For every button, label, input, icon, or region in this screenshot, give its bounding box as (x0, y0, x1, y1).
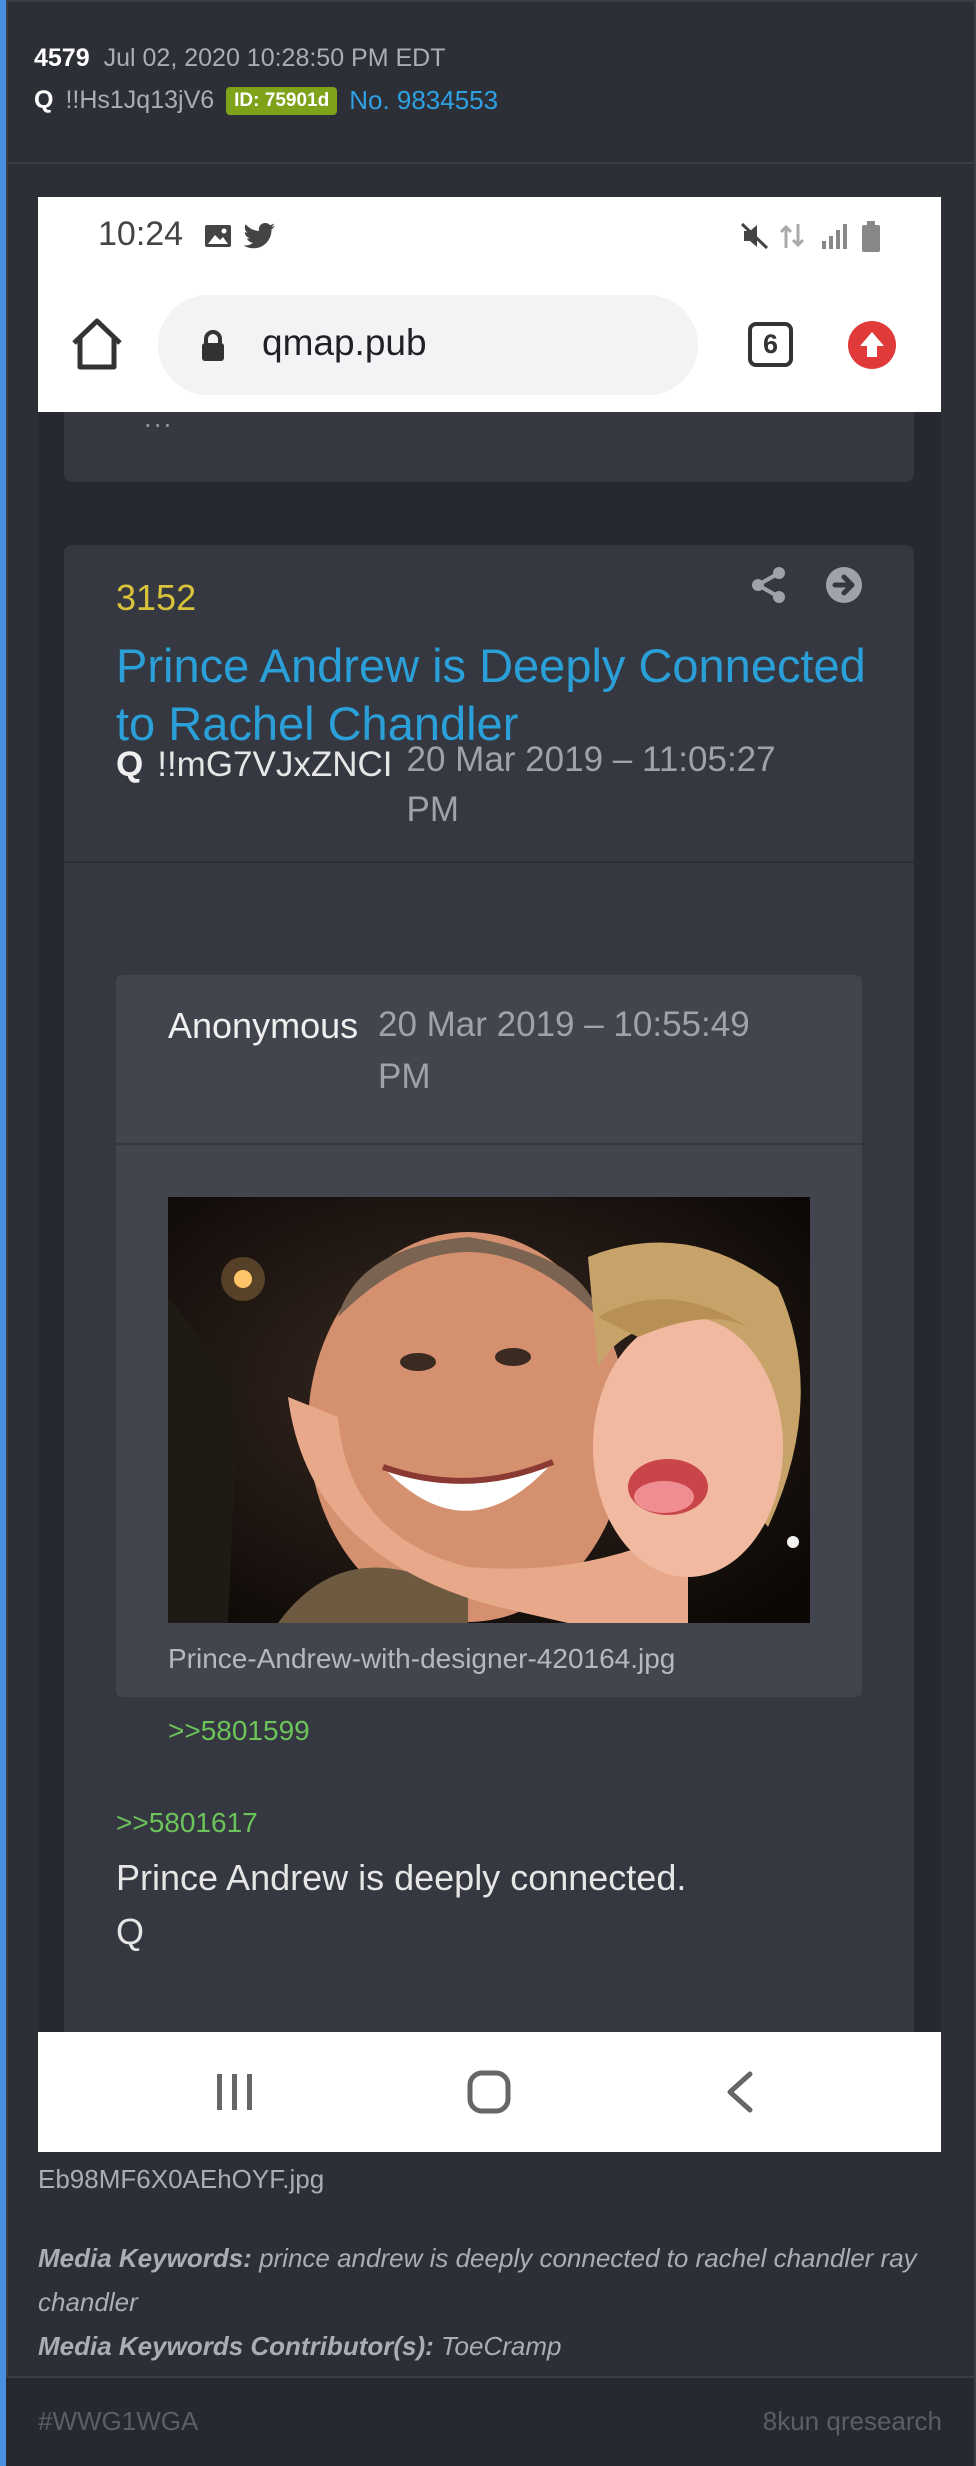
post-datetime: Jul 02, 2020 10:28:50 PM EDT (103, 44, 446, 72)
twitter-icon (243, 223, 275, 249)
post-number-link[interactable]: No. 9834553 (349, 85, 498, 116)
contributors-value: ToeCramp (441, 2331, 562, 2361)
quoted-photo[interactable] (168, 1197, 810, 1623)
post-footer: #WWG1WGA 8kun qresearch (6, 2378, 974, 2466)
footer-hashtag: #WWG1WGA (38, 2406, 199, 2436)
embedded-screenshot: 10:24 qmap.pub 6 ... 3152 Prince Andrew … (38, 197, 941, 2152)
previous-card: ... (64, 402, 914, 482)
drop-divider (64, 861, 914, 863)
post-author: Q (34, 86, 54, 114)
drop-message-line: Prince Andrew is deeply connected. (116, 1857, 687, 1898)
quoted-divider (116, 1143, 862, 1145)
browser-url-bar: qmap.pub 6 (38, 277, 941, 412)
post-header: 4579 Jul 02, 2020 10:28:50 PM EDT Q !!Hs… (34, 44, 498, 116)
home-icon[interactable] (68, 315, 126, 373)
address-field[interactable]: qmap.pub (158, 295, 698, 395)
back-icon[interactable] (720, 2070, 760, 2114)
share-icon[interactable] (749, 565, 789, 605)
id-badge: ID: 75901d (226, 86, 338, 115)
drop-message: Prince Andrew is deeply connected. Q (116, 1851, 686, 1959)
photo-illustration (168, 1197, 810, 1623)
tab-switcher-button[interactable]: 6 (748, 322, 793, 367)
post-number[interactable]: 4579 (34, 44, 90, 73)
android-nav-bar (38, 2032, 941, 2152)
drop-signature: Q (116, 1911, 145, 1952)
quoted-reply-link[interactable]: >>5801599 (168, 1715, 310, 1747)
drop-date: 20 Mar 2019 – 11:05:27 PM (406, 740, 776, 829)
footer-board: 8kun qresearch (762, 2406, 942, 2436)
status-time: 10:24 (98, 215, 184, 253)
media-keywords: Media Keywords: prince andrew is deeply … (38, 2236, 938, 2368)
signal-icon (822, 224, 847, 249)
quoted-image-filename[interactable]: Prince-Andrew-with-designer-420164.jpg (168, 1643, 675, 1675)
drop-card: 3152 Prince Andrew is Deeply Connected t… (64, 545, 914, 2152)
recent-apps-icon[interactable] (213, 2070, 257, 2114)
arrow-right-circle-icon[interactable] (824, 565, 864, 605)
header-divider (6, 162, 974, 164)
media-filename[interactable]: Eb98MF6X0AEhOYF.jpg (38, 2164, 324, 2195)
post-tripcode: !!Hs1Jq13jV6 (65, 86, 215, 114)
url-text: qmap.pub (262, 322, 427, 363)
keywords-label: Media Keywords: (38, 2243, 252, 2273)
quoted-date: 20 Mar 2019 – 10:55:49 PM (378, 1005, 750, 1096)
drop-number[interactable]: 3152 (116, 577, 196, 619)
gallery-icon (205, 225, 231, 247)
drop-author: Q (116, 745, 144, 784)
home-nav-icon[interactable] (466, 2069, 512, 2115)
quoted-post: Anonymous 20 Mar 2019 – 10:55:49 PM Prin… (116, 975, 862, 1746)
drop-tripcode: !!mG7VJxZNCI (157, 745, 393, 784)
data-transfer-icon (779, 224, 805, 248)
battery-icon (862, 221, 880, 252)
phone-status-bar: 10:24 (38, 197, 941, 277)
previous-card-fragment: ... (144, 402, 174, 433)
contributors-label: Media Keywords Contributor(s): (38, 2331, 434, 2361)
arrow-up-icon (860, 332, 884, 357)
lock-icon (202, 330, 224, 361)
update-button[interactable] (848, 321, 896, 369)
quoted-author: Anonymous (168, 1005, 359, 1046)
drop-reply-link[interactable]: >>5801617 (116, 1807, 258, 1839)
drop-meta: Q !!mG7VJxZNCI 20 Mar 2019 – 11:05:27 PM (116, 740, 827, 835)
mute-icon (740, 222, 769, 250)
